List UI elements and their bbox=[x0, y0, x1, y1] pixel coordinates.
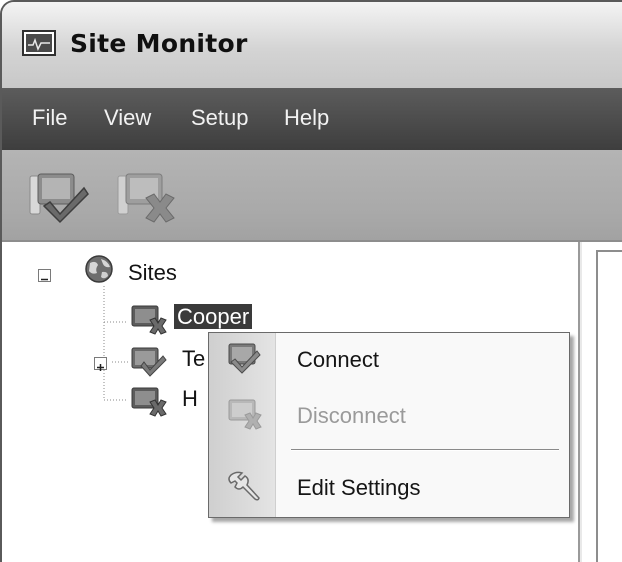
connect-icon bbox=[29, 173, 89, 224]
site-disconnected-icon bbox=[131, 387, 167, 417]
menu-item-disconnect[interactable]: Disconnect bbox=[297, 403, 406, 429]
window-title: Site Monitor bbox=[70, 29, 248, 58]
menu-view[interactable]: View bbox=[104, 105, 151, 131]
disconnect-icon bbox=[228, 399, 262, 430]
detail-pane-border bbox=[596, 250, 622, 562]
menu-bar: File View Setup Help bbox=[2, 88, 622, 150]
detail-pane bbox=[582, 242, 622, 562]
title-bar[interactable]: Site Monitor bbox=[2, 2, 622, 88]
tree-lines bbox=[103, 286, 128, 401]
tree-item-cooper[interactable]: Cooper bbox=[174, 304, 253, 330]
menu-setup[interactable]: Setup bbox=[191, 105, 249, 131]
tree-item-label[interactable]: Cooper bbox=[174, 304, 253, 329]
connect-toolbar-button[interactable] bbox=[26, 168, 90, 224]
site-connected-icon bbox=[131, 347, 167, 377]
expand-toggle[interactable] bbox=[94, 357, 107, 371]
menu-separator bbox=[291, 449, 559, 451]
toolbar bbox=[2, 150, 622, 242]
menu-help[interactable]: Help bbox=[284, 105, 329, 131]
disconnect-toolbar-button[interactable] bbox=[114, 168, 178, 224]
disconnect-icon bbox=[117, 173, 175, 223]
app-window: Site Monitor File View Setup Help Sites … bbox=[0, 0, 622, 562]
plus-icon bbox=[97, 364, 104, 371]
monitor-icon bbox=[22, 30, 56, 56]
menu-item-edit-settings[interactable]: Edit Settings bbox=[297, 475, 421, 501]
wrench-icon bbox=[228, 471, 260, 501]
context-menu: Connect Disconnect Edit Settings bbox=[208, 332, 570, 518]
tree-item-te[interactable]: Te bbox=[182, 346, 205, 372]
connect-icon bbox=[228, 343, 261, 374]
menu-file[interactable]: File bbox=[32, 105, 67, 131]
site-disconnected-icon bbox=[131, 305, 167, 335]
menu-item-connect[interactable]: Connect bbox=[297, 347, 379, 373]
tree-item-h[interactable]: H bbox=[182, 386, 198, 412]
